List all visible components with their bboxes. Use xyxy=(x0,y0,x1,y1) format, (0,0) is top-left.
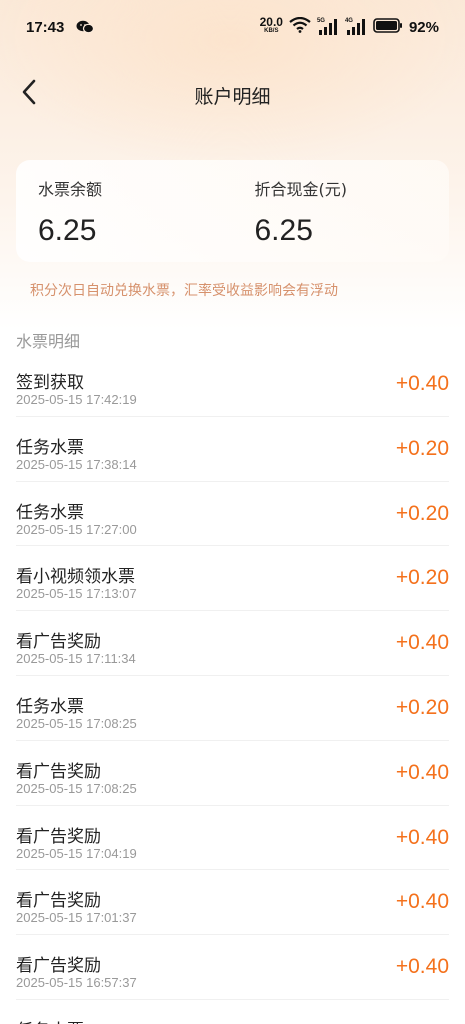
ticket-balance-value: 6.25 xyxy=(38,214,97,247)
record-amount: +0.40 xyxy=(395,372,449,395)
list-item[interactable]: 看广告奖励 2025-05-15 17:11:34 +0.40 xyxy=(16,611,449,676)
list-item[interactable]: 看广告奖励 2025-05-15 16:57:37 +0.40 xyxy=(16,935,449,1000)
wechat-icon xyxy=(76,20,95,34)
record-amount: +0.40 xyxy=(395,631,449,655)
record-name: 看广告奖励 xyxy=(16,761,101,782)
record-time: 2025-05-15 17:08:25 xyxy=(16,780,137,796)
signal-5g-tag: 5G xyxy=(316,18,325,24)
record-amount: +0.40 xyxy=(395,890,449,914)
record-name: 签到获取 xyxy=(16,373,84,393)
ticket-balance-label: 水票余额 xyxy=(38,180,103,199)
cash-balance-value: 6.25 xyxy=(254,214,313,247)
signal-4g-tag: 4G xyxy=(344,18,353,24)
record-name: 看广告奖励 xyxy=(16,956,101,977)
status-bar: 17:43 20.0 KB/S 5G 4G 92% xyxy=(0,0,465,54)
list-item[interactable]: 签到获取 2025-05-15 17:42:19 +0.40 xyxy=(16,352,449,417)
record-time: 2025-05-15 17:27:00 xyxy=(16,521,137,537)
record-amount: +0.20 xyxy=(395,566,449,590)
record-name: 看广告奖励 xyxy=(16,632,101,653)
record-name: 任务水票 xyxy=(16,437,84,458)
list-item[interactable]: 任务水票 xyxy=(16,1000,449,1024)
record-list: 签到获取 2025-05-15 17:42:19 +0.40 任务水票 2025… xyxy=(16,352,449,1024)
ticket-balance: 水票余额 6.25 xyxy=(16,160,233,262)
network-speed-unit: KB/S xyxy=(264,28,279,34)
signal-4g-icon: 4G xyxy=(344,18,367,35)
record-time: 2025-05-15 16:57:37 xyxy=(16,975,137,991)
network-speed-value: 20.0 xyxy=(259,15,283,29)
network-speed: 20.0 KB/S xyxy=(259,15,283,36)
list-item[interactable]: 看广告奖励 2025-05-15 17:01:37 +0.40 xyxy=(16,870,449,936)
page-title: 账户明细 xyxy=(194,86,271,108)
record-amount: +0.20 xyxy=(395,501,449,525)
record-name: 任务水票 xyxy=(16,1016,84,1024)
record-amount: +0.40 xyxy=(395,955,449,979)
record-time: 2025-05-15 17:01:37 xyxy=(16,910,137,926)
list-item[interactable]: 任务水票 2025-05-15 17:08:25 +0.20 xyxy=(16,676,449,741)
record-time: 2025-05-15 17:04:19 xyxy=(16,845,137,861)
list-item[interactable]: 看广告奖励 2025-05-15 17:04:19 +0.40 xyxy=(16,806,449,871)
cash-balance: 折合现金(元) 6.25 xyxy=(233,160,450,262)
record-amount: +0.20 xyxy=(395,695,449,719)
list-item[interactable]: 看广告奖励 2025-05-15 17:08:25 +0.40 xyxy=(16,741,449,806)
record-name: 任务水票 xyxy=(16,696,84,717)
record-amount: +0.40 xyxy=(395,760,449,784)
cash-balance-label: 折合现金(元) xyxy=(254,180,348,199)
list-item[interactable]: 看小视频领水票 2025-05-15 17:13:07 +0.20 xyxy=(16,546,449,612)
battery-icon xyxy=(373,17,403,37)
record-time: 2025-05-15 17:11:34 xyxy=(16,651,136,667)
record-name: 看广告奖励 xyxy=(16,891,101,912)
record-time: 2025-05-15 17:38:14 xyxy=(16,456,137,472)
record-time: 2025-05-15 17:42:19 xyxy=(16,392,137,407)
record-time: 2025-05-15 17:13:07 xyxy=(16,586,137,602)
nav-bar: 账户明细 xyxy=(0,70,465,118)
record-amount: +0.40 xyxy=(395,825,449,849)
balance-card: 水票余额 6.25 折合现金(元) 6.25 xyxy=(16,160,449,262)
battery-percent: 92% xyxy=(408,18,439,36)
record-name: 看小视频领水票 xyxy=(16,567,135,588)
signal-5g-icon: 5G xyxy=(316,18,339,35)
status-indicators: 20.0 KB/S 5G 4G 92% xyxy=(259,15,439,37)
wifi-icon xyxy=(289,16,311,37)
record-name: 看广告奖励 xyxy=(16,826,101,847)
record-name: 任务水票 xyxy=(16,502,84,523)
exchange-note: 积分次日自动兑换水票，汇率受收益影响会有浮动 xyxy=(30,283,338,299)
list-item[interactable]: 任务水票 2025-05-15 17:38:14 +0.20 xyxy=(16,417,449,482)
list-item[interactable]: 任务水票 2025-05-15 17:27:00 +0.20 xyxy=(16,482,449,547)
record-time: 2025-05-15 17:08:25 xyxy=(16,715,137,731)
status-time: 17:43 xyxy=(26,18,65,36)
record-amount: +0.20 xyxy=(395,436,449,460)
section-title: 水票明细 xyxy=(16,332,81,351)
